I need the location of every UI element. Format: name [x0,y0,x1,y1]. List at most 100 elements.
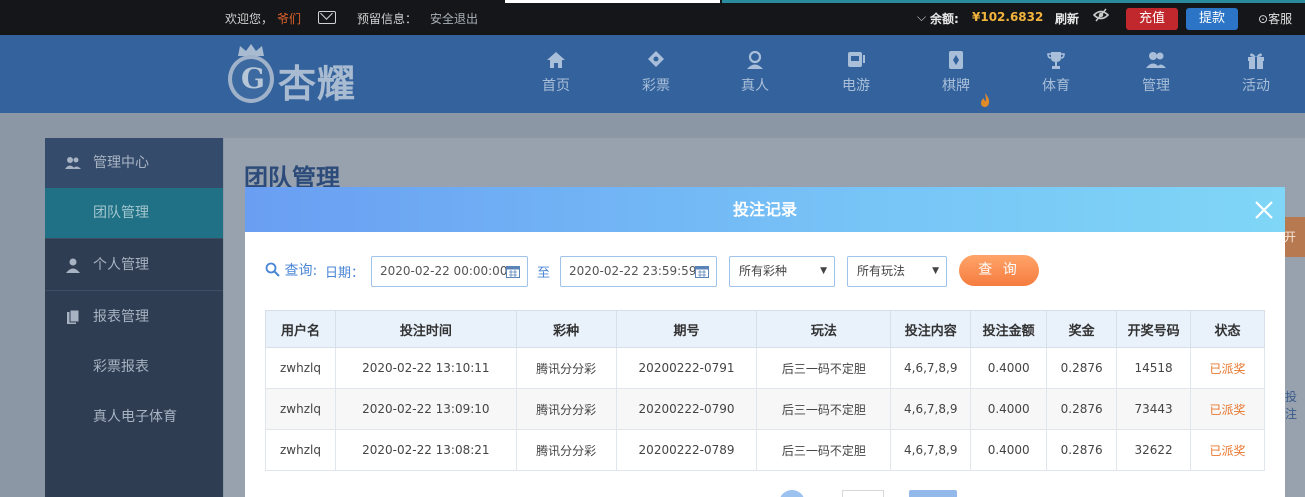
calendar-icon[interactable] [695,265,709,278]
sidebar-item-personal-management[interactable]: 个人管理 [45,240,223,290]
refresh-button[interactable]: 刷新 [1055,10,1079,27]
bet-records-modal: 投注记录 查询: 日期： 2020-02-22 00:00:00 至 2020-… [245,187,1285,497]
nav-egames[interactable]: 电游 [826,49,886,95]
cards-icon [949,51,963,69]
sidebar-item-live-sports-report[interactable]: 真人电子体育 [45,392,223,442]
sidebar-item-lottery-report[interactable]: 彩票报表 [45,342,223,392]
document-icon [67,309,80,324]
slot-machine-icon [848,52,865,67]
nav-label: 活动 [1242,78,1270,94]
sidebar-item-label: 报表管理 [93,309,149,325]
home-icon [547,52,565,68]
cell-time: 2020-02-22 13:09:10 [334,388,517,430]
sidebar-divider [45,290,223,291]
cell-play: 后三一码不定胆 [756,429,892,471]
search-icon [265,262,280,277]
close-icon[interactable] [1253,196,1275,222]
modal-title: 投注记录 [732,200,797,219]
cell-content: 4,6,7,8,9 [890,429,972,471]
trophy-icon [1047,52,1065,69]
nav-live[interactable]: 真人 [725,49,785,95]
recharge-button[interactable]: 充值 [1126,8,1178,30]
username-link[interactable]: 爷们 [277,10,301,27]
lottery-icon [648,51,664,67]
cell-bonus: 0.2876 [1046,429,1118,471]
column-header: 用户名 [265,310,336,348]
nav-sports[interactable]: 体育 [1026,49,1086,95]
open-account-button[interactable]: 开户 [1284,217,1305,257]
column-header: 奖金 [1046,310,1118,348]
welcome-text: 欢迎您， [225,12,274,26]
query-label-text: 查询: [284,263,318,279]
sidebar: 管理中心 团队管理 个人管理 报表管理 彩票报表 真人电子体育 [45,138,223,497]
dropdown-arrow-icon: ▼ [820,266,827,276]
table-row[interactable]: zwhzlq 2020-02-22 13:10:11 腾讯分分彩 2020022… [265,347,1265,389]
nav-cards[interactable]: 棋牌 [926,49,986,95]
cell-result: 73443 [1116,388,1192,430]
column-header: 期号 [615,310,758,348]
nav-events[interactable]: 活动 [1226,49,1286,95]
mail-icon[interactable] [318,11,336,24]
cell-status: 已派奖 [1190,429,1265,471]
logo-text: 杏耀 [278,62,357,106]
users-icon [65,157,81,169]
customer-service-link[interactable]: ⊙客服 [1258,10,1292,27]
sidebar-item-team-management[interactable]: 团队管理 [45,188,223,238]
nav-lottery[interactable]: 彩票 [626,49,686,95]
withdraw-button[interactable]: 提款 [1186,8,1238,30]
cell-content: 4,6,7,8,9 [890,388,972,430]
chevron-down-icon[interactable]: ⌵ [917,10,926,25]
bet-link[interactable]: 投注 [1285,388,1305,422]
calendar-icon[interactable] [506,265,520,278]
lottery-type-select[interactable]: 所有彩种 ▼ [729,256,835,287]
table-row[interactable]: zwhzlq 2020-02-22 13:09:10 腾讯分分彩 2020022… [265,388,1265,430]
sidebar-divider [45,238,223,239]
to-label: 至 [537,266,551,281]
nav-manage[interactable]: 管理 [1126,49,1186,95]
lottery-type-value: 所有彩种 [739,264,788,278]
nav-label: 棋牌 [942,78,970,94]
nav-label: 首页 [542,78,570,94]
live-dealer-icon [747,50,763,69]
nav-label: 彩票 [642,78,670,94]
table-row[interactable]: zwhzlq 2020-02-22 13:08:21 腾讯分分彩 2020022… [265,429,1265,471]
sidebar-item-management-center[interactable]: 管理中心 [45,138,223,188]
nav-label: 真人 [741,78,769,94]
sidebar-item-reports[interactable]: 报表管理 [45,292,223,342]
sidebar-item-label: 个人管理 [93,257,149,273]
column-header: 玩法 [756,310,892,348]
play-type-select[interactable]: 所有玩法 ▼ [847,256,947,287]
main-header: 杏耀 首页 彩票 真人 电游 棋牌 体育 管理 活动 [0,35,1305,113]
query-button[interactable]: 查 询 [959,255,1039,286]
cell-user: zwhzlq [265,429,336,471]
column-header: 投注金额 [970,310,1048,348]
cell-amount: 0.4000 [970,429,1048,471]
cell-amount: 0.4000 [970,347,1048,389]
nav-home[interactable]: 首页 [526,49,586,95]
cell-lottery: 腾讯分分彩 [515,347,617,389]
top-bar: 欢迎您， 爷们 预留信息： 安全退出 ⌵ 余额: ¥102.6832 刷新 充值… [0,0,1305,35]
cell-play: 后三一码不定胆 [756,347,892,389]
cell-issue: 20200222-0790 [615,388,758,430]
bet-records-table: 用户名 投注时间 彩种 期号 玩法 投注内容 投注金额 奖金 开奖号码 状态 z… [265,310,1265,471]
cell-issue: 20200222-0789 [615,429,758,471]
eye-hidden-icon[interactable] [1092,8,1110,26]
logout-link[interactable]: 安全退出 [430,10,478,27]
cell-time: 2020-02-22 13:10:11 [334,347,517,389]
cell-result: 32622 [1116,429,1192,471]
date-label: 日期： [325,266,365,281]
logo-emblem [228,55,274,103]
logo[interactable]: 杏耀 [226,41,376,107]
column-header: 彩种 [515,310,617,348]
end-date-input[interactable]: 2020-02-22 23:59:59 [560,256,717,287]
query-label: 查询: [265,260,317,280]
start-date-input[interactable]: 2020-02-22 00:00:00 [371,256,528,287]
nav-label: 管理 [1142,78,1170,94]
loading-bar [505,0,720,3]
cell-issue: 20200222-0791 [615,347,758,389]
customer-service-label: 客服 [1268,12,1293,26]
pagination-go-button[interactable] [909,490,957,497]
loading-bar-track [722,0,1305,3]
pagination-page-input[interactable] [842,490,884,497]
pagination-prev[interactable] [779,490,805,497]
